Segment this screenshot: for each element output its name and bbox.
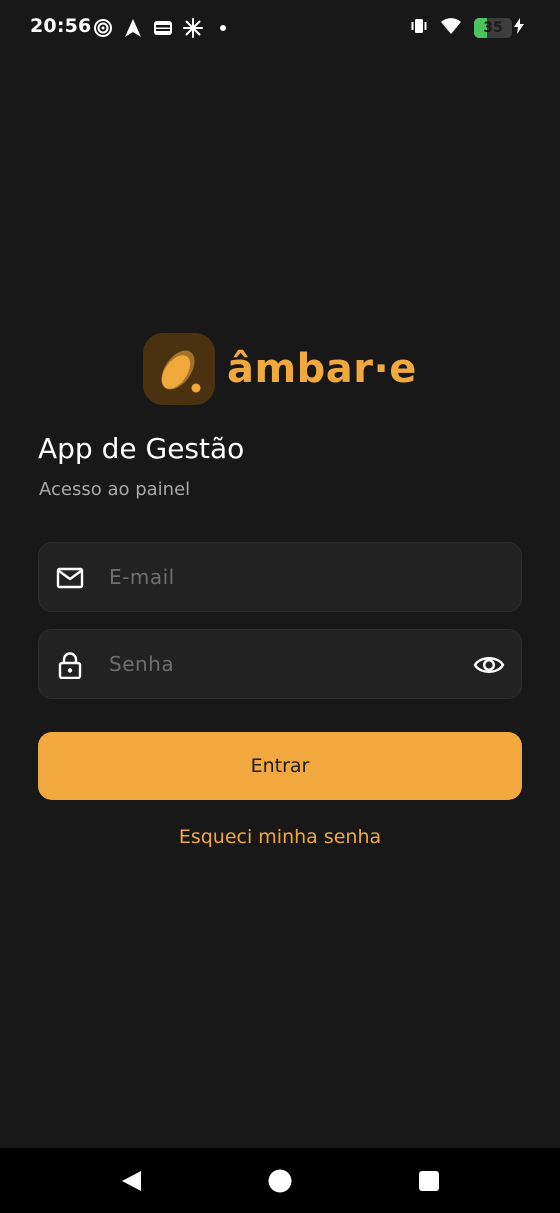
status-time: 20:56	[30, 15, 92, 37]
hotspot-icon	[93, 18, 113, 38]
wifi-icon	[440, 17, 462, 39]
mail-icon	[56, 564, 84, 592]
email-field[interactable]	[38, 542, 522, 612]
email-input[interactable]	[109, 543, 469, 611]
page-subtitle: Acesso ao painel	[39, 479, 191, 500]
forgot-password-link[interactable]: Esqueci minha senha	[0, 826, 560, 848]
dot-icon	[213, 18, 233, 38]
password-input[interactable]	[109, 630, 469, 698]
lock-icon	[56, 651, 84, 680]
brand-wordmark: âmbar·e	[227, 346, 417, 392]
vibrate-icon	[410, 17, 428, 39]
wallet-icon	[153, 18, 173, 38]
login-screen: 20:56 35 âmbar·e App de Gestão Acesso ao…	[0, 0, 560, 1213]
back-triangle-icon[interactable]	[118, 1168, 144, 1194]
recents-square-icon[interactable]	[416, 1168, 442, 1194]
sparkle-icon	[183, 18, 203, 38]
navigation-bar	[0, 1148, 560, 1213]
home-circle-icon[interactable]	[267, 1168, 293, 1194]
navigation-arrow-icon	[123, 18, 143, 38]
status-bar: 20:56 35	[0, 0, 560, 56]
brand-logo: âmbar·e	[143, 333, 417, 405]
eye-icon[interactable]	[473, 651, 505, 679]
battery-level: 35	[483, 20, 503, 36]
password-field[interactable]	[38, 629, 522, 699]
page-title: App de Gestão	[38, 432, 245, 465]
system-icons: 35	[410, 17, 524, 39]
battery-icon: 35	[474, 18, 512, 38]
login-button[interactable]: Entrar	[38, 732, 522, 800]
charging-bolt-icon	[514, 18, 524, 38]
notification-icons	[93, 16, 233, 40]
amber-stone-icon	[143, 333, 215, 405]
